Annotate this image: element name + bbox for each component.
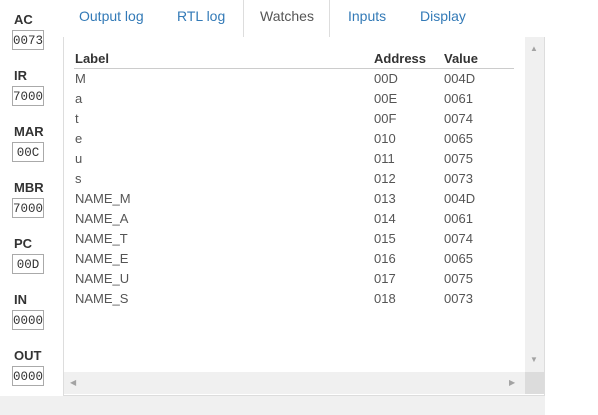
cell-address: 012 [374, 171, 396, 186]
scrollbar-corner [525, 372, 544, 394]
cell-value: 0061 [444, 91, 473, 106]
cell-label: t [75, 111, 79, 126]
cell-label: u [75, 151, 83, 166]
table-row: NAME_T 015 0074 [64, 230, 525, 250]
register-label-mbr: MBR [14, 180, 44, 195]
register-value-pc: 00D [12, 254, 44, 274]
cell-address: 013 [374, 191, 396, 206]
cell-address: 014 [374, 211, 396, 226]
register-value-mbr: 7000 [12, 198, 44, 218]
register-label-ac: AC [14, 12, 33, 27]
tab-inputs[interactable]: Inputs [348, 0, 386, 37]
cell-label: s [75, 171, 82, 186]
table-row: t 00F 0074 [64, 110, 525, 130]
register-label-pc: PC [14, 236, 33, 251]
tab-bar: Output log RTL log Watches Inputs Displa… [63, 0, 545, 38]
tab-output-log[interactable]: Output log [79, 0, 144, 37]
register-label-mar: MAR [14, 124, 44, 139]
table-row: NAME_S 018 0073 [64, 290, 525, 310]
cell-value: 0074 [444, 111, 473, 126]
register-label-in: IN [14, 292, 27, 307]
cell-value: 0074 [444, 231, 473, 246]
register-value-in: 0000 [12, 310, 44, 330]
cell-value: 0065 [444, 251, 473, 266]
cell-address: 00D [374, 71, 398, 86]
cell-address: 011 [374, 151, 395, 166]
cell-value: 004D [444, 191, 476, 206]
scroll-right-icon[interactable]: ▶ [509, 378, 515, 388]
cell-label: NAME_A [75, 211, 129, 226]
scroll-down-icon[interactable]: ▼ [530, 355, 538, 365]
table-row: u 011 0075 [64, 150, 525, 170]
register-value-out: 0000 [12, 366, 44, 386]
table-row: e 010 0065 [64, 130, 525, 150]
cell-label: NAME_T [75, 231, 128, 246]
scroll-left-icon[interactable]: ◀ [70, 378, 76, 388]
cell-address: 00F [374, 111, 397, 126]
tab-display[interactable]: Display [420, 0, 466, 37]
register-label-out: OUT [14, 348, 42, 363]
watches-panel: Label Address Value M 00D 004D a 00E 0061 t 00F… [63, 37, 545, 396]
column-header-value: Value [444, 51, 478, 66]
cell-label: NAME_E [75, 251, 129, 266]
cell-label: NAME_U [75, 271, 130, 286]
cell-address: 017 [374, 271, 396, 286]
horizontal-scrollbar[interactable]: ◀ ▶ [64, 372, 525, 394]
register-value-ac: 0073 [12, 30, 44, 50]
table-row: NAME_U 017 0075 [64, 270, 525, 290]
cell-value: 0075 [444, 151, 473, 166]
cell-label: a [75, 91, 83, 106]
cell-value: 0073 [444, 291, 473, 306]
cell-address: 016 [374, 251, 396, 266]
cell-value: 004D [444, 71, 476, 86]
cell-address: 00E [374, 91, 398, 106]
watches-table: Label Address Value M 00D 004D a 00E 0061 t 00F… [64, 37, 525, 372]
table-row: NAME_E 016 0065 [64, 250, 525, 270]
column-header-label: Label [75, 51, 109, 66]
cell-address: 018 [374, 291, 396, 306]
column-header-address: Address [374, 51, 427, 66]
table-row: a 00E 0061 [64, 90, 525, 110]
cell-value: 0073 [444, 171, 473, 186]
table-row: NAME_M 013 004D [64, 190, 525, 210]
cell-value: 0065 [444, 131, 473, 146]
tab-rtl-log[interactable]: RTL log [177, 0, 225, 37]
table-row: NAME_A 014 0061 [64, 210, 525, 230]
tab-watches[interactable]: Watches [243, 0, 330, 38]
scroll-up-icon[interactable]: ▲ [530, 44, 538, 54]
register-label-ir: IR [14, 68, 27, 83]
table-row: s 012 0073 [64, 170, 525, 190]
header-divider [74, 68, 514, 69]
bottom-strip [0, 396, 545, 415]
register-value-mar: 00C [12, 142, 44, 162]
vertical-scrollbar[interactable]: ▲ ▼ [525, 37, 544, 372]
register-value-ir: 7000 [12, 86, 44, 106]
cell-label: NAME_S [75, 291, 129, 306]
cell-value: 0061 [444, 211, 473, 226]
table-row: M 00D 004D [64, 70, 525, 90]
cell-value: 0075 [444, 271, 473, 286]
cell-label: NAME_M [75, 191, 131, 206]
cell-label: e [75, 131, 83, 146]
cell-address: 010 [374, 131, 396, 146]
cell-address: 015 [374, 231, 396, 246]
cell-label: M [75, 71, 86, 86]
